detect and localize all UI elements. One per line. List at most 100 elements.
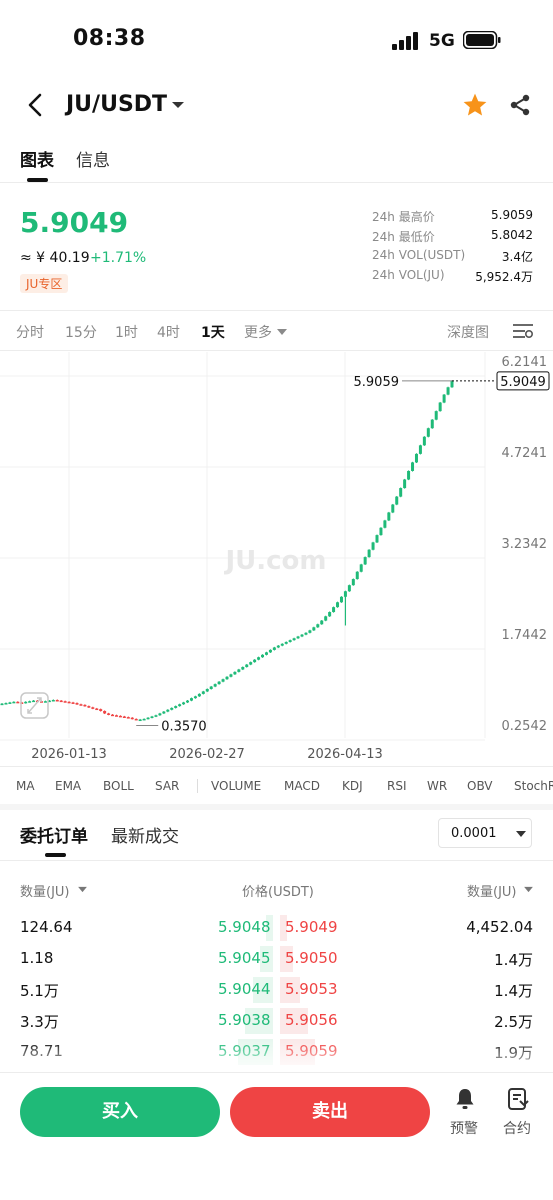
contract-label[interactable]: 合约 [503,1118,531,1138]
tab-chart[interactable]: 图表 [20,146,54,171]
interval-1h[interactable]: 1时 [115,322,138,342]
sell-button[interactable]: 卖出 [230,1087,430,1137]
bid-price[interactable]: 5.9045 [218,949,271,967]
candle-body [324,616,328,621]
bid-price[interactable]: 5.9044 [218,980,271,998]
candle-body [450,380,454,388]
ask-qty: 4,452.04 [466,918,533,936]
indicator-sar[interactable]: SAR [155,779,179,793]
candle-body [241,667,245,670]
pair-title[interactable]: JU/USDT [66,92,167,117]
price-chart[interactable]: 6.2141 4.7241 3.2342 1.7442 0.2542 2026-01-13… [0,352,553,766]
candle-body [426,428,430,437]
interval-timeshare[interactable]: 分时 [16,322,44,342]
candle-body [308,630,312,633]
share-icon[interactable] [508,93,532,117]
candle-body [418,445,422,454]
contract-icon[interactable] [506,1087,530,1111]
tab-order-book[interactable]: 委托订单 [20,822,88,847]
ask-price[interactable]: 5.9050 [285,949,338,967]
candle-body [383,520,387,528]
candle-body [67,701,71,704]
chart-settings-icon[interactable] [512,322,534,340]
ask-price[interactable]: 5.9056 [285,1011,338,1029]
candle-body [272,647,276,650]
ask-qty-header[interactable]: 数量(JU) [467,881,517,900]
candle-body [4,703,8,705]
battery-icon [463,31,501,49]
candle-body [87,706,91,708]
candle-body [158,713,162,716]
alert-label[interactable]: 预警 [450,1118,478,1138]
candle-body [347,585,351,592]
favorite-star-icon[interactable] [462,92,488,118]
candle-body [0,703,4,706]
price-header: 价格(USDT) [242,885,314,900]
indicator-macd[interactable]: MACD [284,779,320,793]
chevron-down-icon[interactable] [516,830,526,838]
stat-label-vol-ju: 24h VOL(JU) [372,268,445,282]
candle-body [43,701,47,703]
y-tick-label: 6.2141 [502,355,548,370]
candle-body [339,596,343,603]
candle-body [336,602,340,608]
chevron-down-icon[interactable] [78,886,87,893]
bid-price[interactable]: 5.9048 [218,918,271,936]
tab-info[interactable]: 信息 [76,146,110,171]
orderbook-row[interactable]: 3.3万 5.9038 5.9056 2.5万 [0,1005,553,1036]
candle-body [217,681,221,685]
candle-body [170,707,174,710]
bell-icon[interactable] [453,1087,477,1111]
ask-price[interactable]: 5.9053 [285,980,338,998]
candle-body [103,710,107,714]
orderbook-row[interactable]: 124.64 5.9048 5.9049 4,452.04 [0,912,553,943]
bid-qty: 5.1万 [20,982,59,1000]
bid-qty-header[interactable]: 数量(JU) [20,881,70,900]
indicator-boll[interactable]: BOLL [103,779,134,793]
candle-body [95,708,99,711]
current-price-label: 5.9049 [500,375,546,390]
candle-body [391,504,395,513]
candle-body [359,564,363,572]
candle-body [193,696,197,699]
indicator-ma[interactable]: MA [16,779,35,793]
interval-more[interactable]: 更多 [244,322,272,342]
depth-chart-button[interactable]: 深度图 [447,322,489,342]
chevron-down-icon[interactable] [172,100,184,110]
candle-body [79,704,83,706]
zone-badge[interactable]: JU专区 [20,274,69,293]
orderbook-row[interactable]: 5.1万 5.9044 5.9053 1.4万 [0,974,553,1005]
indicator-wr[interactable]: WR [427,779,447,793]
divider [197,779,198,793]
indicator-stochrsi[interactable]: StochRSI [514,779,553,793]
indicator-ema[interactable]: EMA [55,779,81,793]
indicator-rsi[interactable]: RSI [387,779,407,793]
candle-body [399,488,403,497]
expand-chart-icon[interactable] [20,692,49,719]
buy-button[interactable]: 买入 [20,1087,220,1137]
candle-body [446,387,450,395]
interval-4h[interactable]: 4时 [157,322,180,342]
candle-body [288,640,292,642]
chevron-down-icon[interactable] [524,886,533,893]
orderbook-row[interactable]: 1.18 5.9045 5.9050 1.4万 [0,943,553,974]
interval-1d[interactable]: 1天 [201,322,225,342]
indicator-obv[interactable]: OBV [467,779,493,793]
indicator-kdj[interactable]: KDJ [342,779,363,793]
divider [0,1072,553,1073]
candle-body [249,662,253,665]
ask-price[interactable]: 5.9049 [285,918,338,936]
candle-body [225,676,229,680]
indicator-volume[interactable]: VOLUME [211,779,261,793]
signal-icon [392,32,418,50]
status-time: 08:38 [73,26,146,51]
candle-body [276,645,280,648]
tab-latest-trades[interactable]: 最新成交 [111,822,179,847]
back-arrow-icon[interactable] [24,92,46,118]
candle-body [233,671,237,675]
interval-15m[interactable]: 15分 [65,322,97,342]
bid-price[interactable]: 5.9038 [218,1011,271,1029]
candle-body [197,693,201,697]
ask-qty: 1.4万 [494,982,533,1000]
more-caret-icon[interactable] [277,328,287,336]
